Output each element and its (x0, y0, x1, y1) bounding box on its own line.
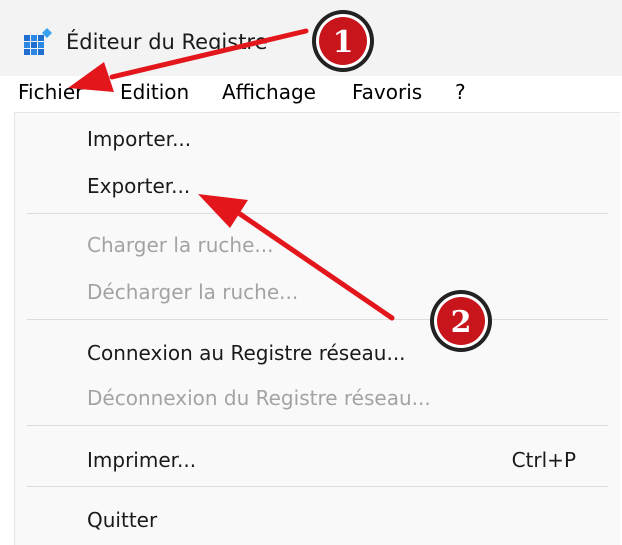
window-title: Éditeur du Registre (66, 30, 268, 54)
shortcut-ctrl-p: Ctrl+P (511, 448, 576, 472)
menu-separator (27, 425, 608, 426)
menu-item-exporter[interactable]: Exporter... (87, 174, 190, 198)
menu-separator (27, 319, 608, 320)
menu-item-decharger-ruche: Décharger la ruche... (87, 280, 299, 304)
menu-favoris[interactable]: Favoris (352, 80, 422, 104)
menu-edition[interactable]: Edition (120, 80, 189, 104)
registry-editor-icon (24, 28, 52, 55)
menu-item-connexion-registre-reseau[interactable]: Connexion au Registre réseau... (87, 341, 406, 365)
menu-affichage[interactable]: Affichage (222, 80, 316, 104)
file-menu-dropdown: Importer... Exporter... Charger la ruche… (14, 112, 620, 545)
menu-help[interactable]: ? (455, 80, 466, 104)
menu-item-charger-ruche: Charger la ruche... (87, 233, 274, 257)
menu-separator (27, 486, 608, 487)
menu-bar: Fichier Edition Affichage Favoris ? (0, 76, 622, 112)
title-bar: Éditeur du Registre (0, 0, 622, 76)
menu-fichier[interactable]: Fichier (18, 80, 83, 104)
menu-item-imprimer[interactable]: Imprimer... (87, 448, 196, 472)
menu-item-deconnexion-registre-reseau: Déconnexion du Registre réseau... (87, 386, 431, 410)
menu-item-quitter[interactable]: Quitter (87, 508, 157, 532)
menu-separator (27, 213, 608, 214)
menu-item-importer[interactable]: Importer... (87, 127, 191, 151)
